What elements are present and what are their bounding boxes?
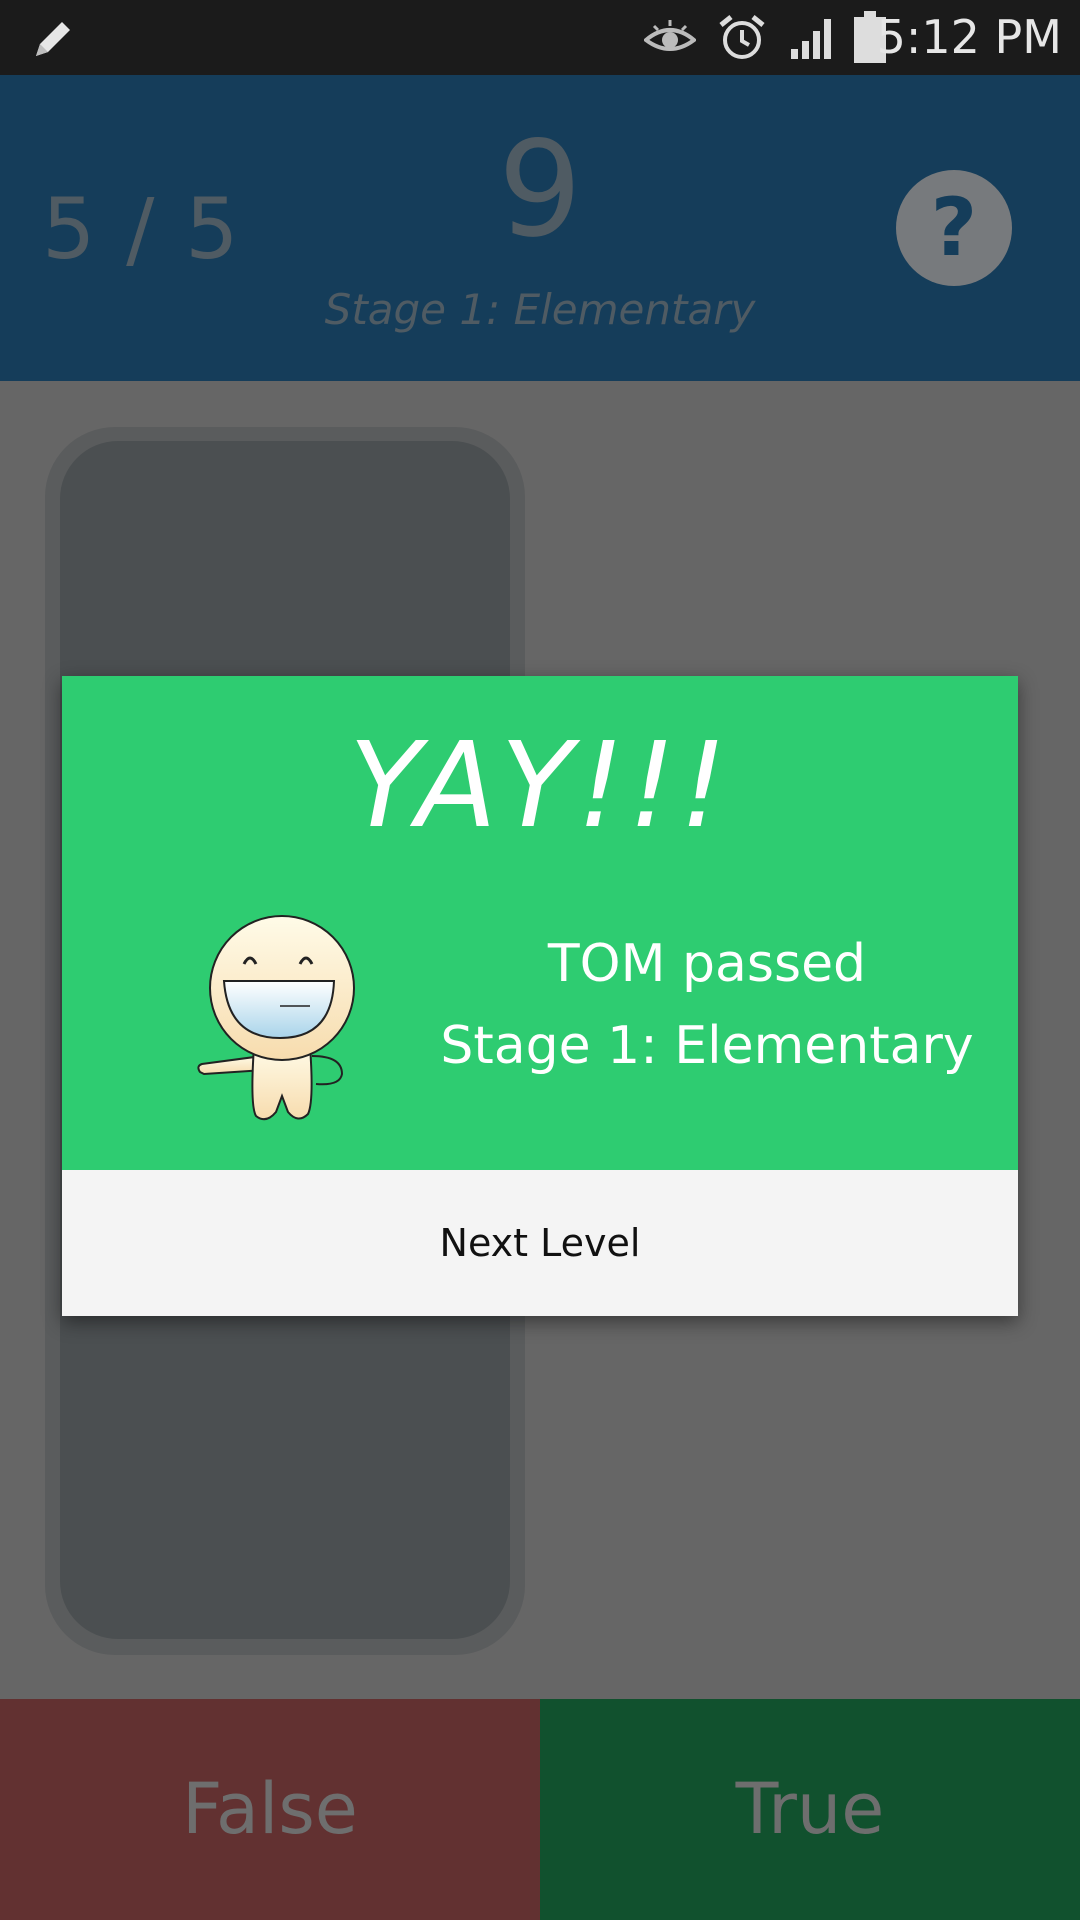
true-button[interactable]: True: [540, 1699, 1080, 1920]
pass-message-stage: Stage 1: Elementary: [440, 1016, 974, 1076]
pass-message-name: TOM passed: [547, 934, 867, 994]
stage-label: Stage 1: Elementary: [324, 285, 756, 334]
alarm-icon: [714, 0, 770, 75]
eye-icon: [640, 0, 700, 75]
dialog-title: YAY!!!: [349, 716, 731, 854]
false-button[interactable]: False: [0, 1699, 540, 1920]
game-header: 5 / 5 9 Stage 1: Elementary ?: [0, 75, 1080, 381]
dialog-banner: YAY!!! TOM passed Stage 1: Elementary: [62, 676, 1018, 1170]
help-button[interactable]: ?: [896, 170, 1012, 286]
success-dialog: YAY!!! TOM passed Stage 1: Elementary Ne…: [62, 676, 1018, 1316]
mascot-icon: [192, 906, 372, 1126]
next-level-button[interactable]: Next Level: [62, 1170, 1018, 1316]
status-time: 5:12 PM: [876, 10, 1062, 64]
signal-icon: [784, 0, 840, 75]
status-bar: 5:12 PM: [0, 0, 1080, 75]
pencil-icon: [24, 0, 84, 75]
